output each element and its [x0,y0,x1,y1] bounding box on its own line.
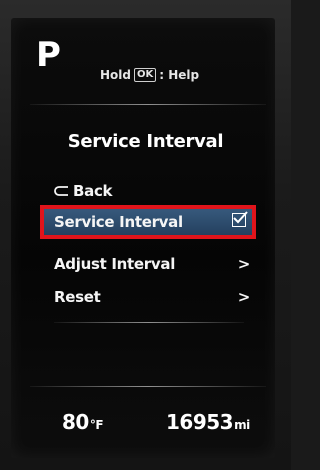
footer-divider [30,386,266,387]
odometer-value: 16953 [166,410,234,434]
menu-item-reset[interactable]: Reset > [40,284,256,310]
menu-item-label: Back [73,182,113,200]
odometer: 16953mi [166,410,250,434]
menu-list: Back Service Interval Adjust Interval > … [0,0,291,470]
menu-item-label: Reset [54,288,101,306]
temperature-value: 80 [62,410,89,434]
checkbox-checked-icon[interactable] [232,211,252,231]
back-arrow-icon [54,185,70,197]
menu-item-back[interactable]: Back [40,178,256,204]
menu-item-label: Service Interval [54,213,183,231]
menu-item-adjust-interval[interactable]: Adjust Interval > [40,251,256,277]
menu-divider [54,322,244,323]
chevron-right-icon: > [237,288,251,306]
menu-item-service-interval[interactable]: Service Interval [40,205,256,239]
odometer-unit: mi [234,418,250,432]
temperature-unit: °F [89,418,104,432]
outside-temperature: 80°F [62,410,104,434]
menu-item-label: Adjust Interval [54,255,176,273]
chevron-right-icon: > [237,255,251,273]
